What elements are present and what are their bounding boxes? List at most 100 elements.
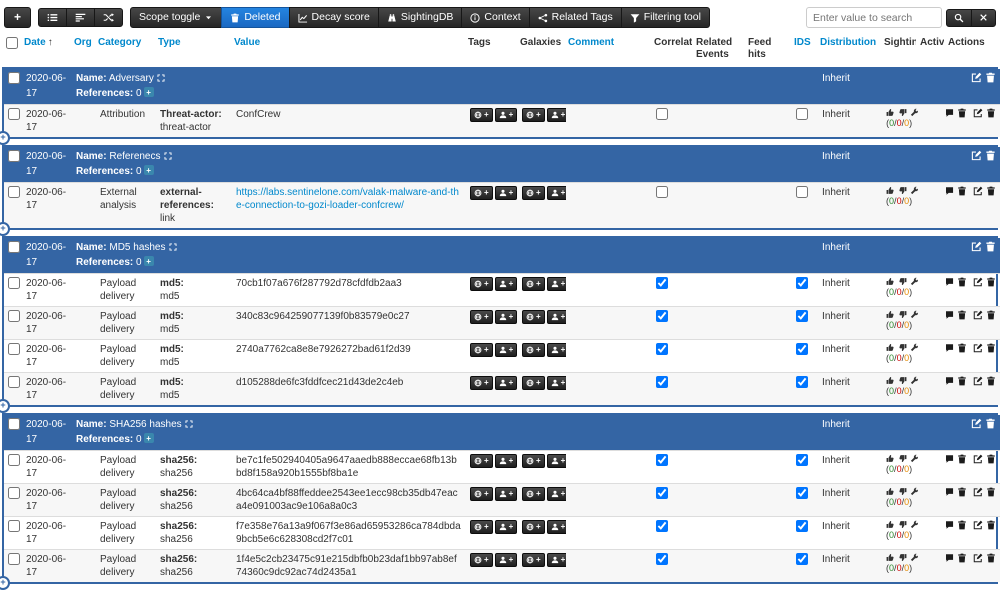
thumbs-up-icon[interactable]: [886, 108, 895, 117]
expand-icon[interactable]: [185, 420, 193, 428]
thumbs-up-icon[interactable]: [886, 553, 895, 562]
object-corner-toggle[interactable]: +: [0, 399, 10, 413]
advanced-sightings-icon[interactable]: [910, 108, 918, 117]
correlate-checkbox[interactable]: [656, 553, 668, 565]
add-local-galaxy-button[interactable]: +: [547, 343, 566, 357]
edit-icon[interactable]: [973, 277, 983, 287]
add-local-tag-button[interactable]: +: [495, 454, 518, 468]
thumbs-up-icon[interactable]: [886, 277, 895, 286]
ids-checkbox[interactable]: [796, 310, 808, 322]
column-ids[interactable]: IDS: [790, 34, 816, 64]
add-tag-button[interactable]: +: [470, 310, 493, 324]
correlate-checkbox[interactable]: [656, 487, 668, 499]
add-local-galaxy-button[interactable]: +: [547, 277, 566, 291]
permanent-delete-icon[interactable]: [986, 343, 996, 353]
permanent-delete-icon[interactable]: [986, 454, 996, 464]
add-local-tag-button[interactable]: +: [495, 520, 518, 534]
thumbs-down-icon[interactable]: [898, 343, 907, 352]
thumbs-down-icon[interactable]: [898, 277, 907, 286]
soft-delete-icon[interactable]: [957, 553, 967, 563]
edit-icon[interactable]: [973, 343, 983, 353]
search-input[interactable]: [806, 7, 942, 28]
thumbs-up-icon[interactable]: [886, 343, 895, 352]
soft-delete-icon[interactable]: [957, 520, 967, 530]
advanced-sightings-icon[interactable]: [910, 553, 918, 562]
object-corner-toggle[interactable]: +: [0, 576, 10, 590]
delete-object-icon[interactable]: [985, 72, 996, 83]
add-local-tag-button[interactable]: +: [495, 310, 518, 324]
comment-icon[interactable]: [946, 376, 954, 386]
edit-object-icon[interactable]: [971, 418, 982, 429]
add-local-galaxy-button[interactable]: +: [547, 376, 566, 390]
add-galaxy-button[interactable]: +: [522, 310, 545, 324]
advanced-sightings-icon[interactable]: [910, 454, 918, 463]
comment-icon[interactable]: [946, 277, 954, 287]
add-local-tag-button[interactable]: +: [495, 343, 518, 357]
comment-icon[interactable]: [946, 186, 954, 196]
thumbs-up-icon[interactable]: [886, 376, 895, 385]
attribute-value-link[interactable]: https://labs.sentinelone.com/valak-malwa…: [232, 183, 466, 229]
add-local-tag-button[interactable]: +: [495, 487, 518, 501]
correlate-checkbox[interactable]: [656, 520, 668, 532]
comment-icon[interactable]: [946, 487, 954, 497]
correlate-checkbox[interactable]: [656, 277, 668, 289]
permanent-delete-icon[interactable]: [986, 186, 996, 196]
add-tag-button[interactable]: +: [470, 277, 493, 291]
permanent-delete-icon[interactable]: [986, 553, 996, 563]
advanced-sightings-icon[interactable]: [910, 487, 918, 496]
thumbs-down-icon[interactable]: [898, 376, 907, 385]
list-view-button[interactable]: [38, 8, 67, 27]
thumbs-down-icon[interactable]: [898, 108, 907, 117]
add-local-galaxy-button[interactable]: +: [547, 108, 566, 122]
advanced-sightings-icon[interactable]: [910, 186, 918, 195]
object-corner-toggle[interactable]: +: [0, 131, 10, 145]
soft-delete-icon[interactable]: [957, 376, 967, 386]
correlate-checkbox[interactable]: [656, 186, 668, 198]
add-local-tag-button[interactable]: +: [495, 108, 518, 122]
add-reference-button[interactable]: +: [144, 87, 154, 97]
row-select-checkbox[interactable]: [8, 186, 20, 198]
thumbs-up-icon[interactable]: [886, 310, 895, 319]
thumbs-down-icon[interactable]: [898, 553, 907, 562]
add-galaxy-button[interactable]: +: [522, 376, 545, 390]
search-button[interactable]: [946, 9, 972, 27]
permanent-delete-icon[interactable]: [986, 277, 996, 287]
add-galaxy-button[interactable]: +: [522, 520, 545, 534]
column-distribution[interactable]: Distribution: [816, 34, 880, 64]
permanent-delete-icon[interactable]: [986, 487, 996, 497]
edit-icon[interactable]: [973, 454, 983, 464]
comment-icon[interactable]: [946, 454, 954, 464]
edit-object-icon[interactable]: [971, 241, 982, 252]
object-select-checkbox[interactable]: [8, 72, 20, 84]
comment-icon[interactable]: [946, 310, 954, 320]
correlate-checkbox[interactable]: [656, 108, 668, 120]
filtering-tool-button[interactable]: Filtering tool: [621, 7, 710, 28]
ids-checkbox[interactable]: [796, 376, 808, 388]
soft-delete-icon[interactable]: [957, 487, 967, 497]
row-select-checkbox[interactable]: [8, 277, 20, 289]
thumbs-down-icon[interactable]: [898, 186, 907, 195]
advanced-sightings-icon[interactable]: [910, 277, 918, 286]
edit-icon[interactable]: [973, 310, 983, 320]
correlate-checkbox[interactable]: [656, 343, 668, 355]
add-local-tag-button[interactable]: +: [495, 277, 518, 291]
select-all-checkbox[interactable]: [6, 37, 18, 49]
add-galaxy-button[interactable]: +: [522, 487, 545, 501]
add-local-galaxy-button[interactable]: +: [547, 553, 566, 567]
row-select-checkbox[interactable]: [8, 454, 20, 466]
add-local-galaxy-button[interactable]: +: [547, 520, 566, 534]
thumbs-down-icon[interactable]: [898, 454, 907, 463]
comment-icon[interactable]: [946, 343, 954, 353]
ids-checkbox[interactable]: [796, 186, 808, 198]
edit-icon[interactable]: [973, 108, 983, 118]
add-local-tag-button[interactable]: +: [495, 186, 518, 200]
column-org[interactable]: Org: [70, 34, 94, 64]
context-button[interactable]: Context: [461, 7, 529, 28]
permanent-delete-icon[interactable]: [986, 310, 996, 320]
add-reference-button[interactable]: +: [144, 433, 154, 443]
row-select-checkbox[interactable]: [8, 487, 20, 499]
add-local-galaxy-button[interactable]: +: [547, 487, 566, 501]
sightingdb-button[interactable]: SightingDB: [378, 7, 463, 28]
correlate-checkbox[interactable]: [656, 454, 668, 466]
object-corner-toggle[interactable]: +: [0, 222, 10, 236]
